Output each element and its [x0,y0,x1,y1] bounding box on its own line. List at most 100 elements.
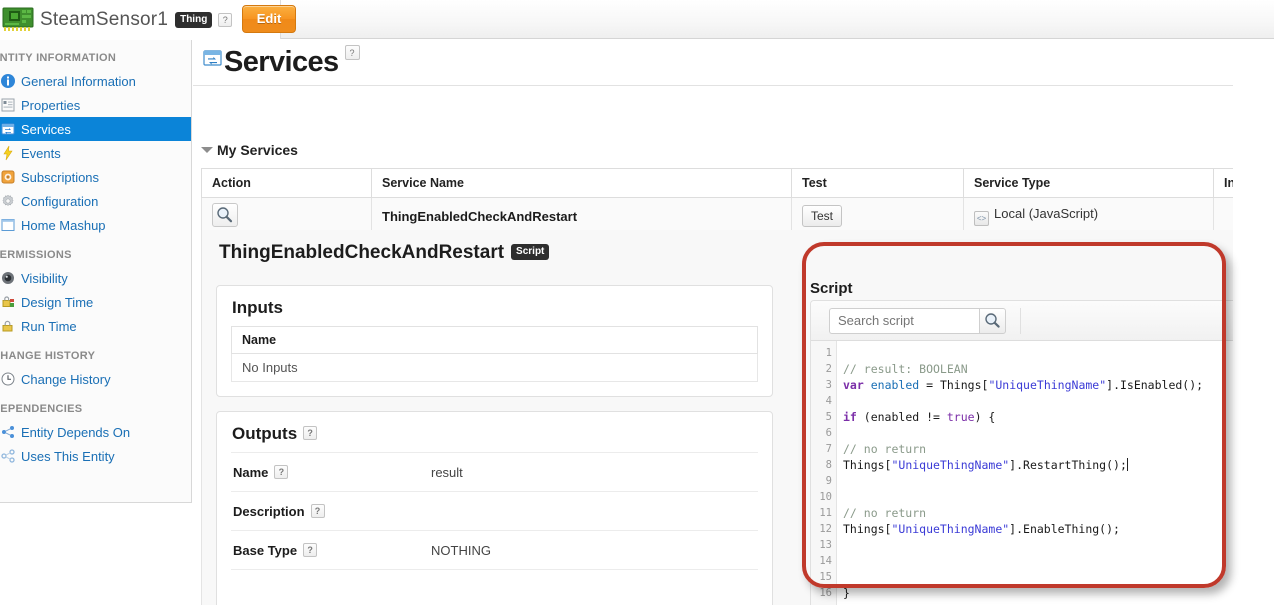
main-content: Services? My Services Action Service Nam… [193,40,1274,605]
design-time-icon [0,294,16,310]
sidebar-item-visibility[interactable]: Visibility [0,266,191,290]
magnifier-icon[interactable] [212,203,238,227]
output-value: result [431,465,463,480]
sidebar-item-home-mashup[interactable]: Home Mashup [0,213,191,237]
sidebar-item-design-time[interactable]: Design Time [0,290,191,314]
page-title: Services [224,46,339,79]
sidebar-item-label: Visibility [21,271,68,286]
page-help-icon[interactable]: ? [345,45,360,60]
line-number: 13 [811,537,836,553]
mashup-icon [0,217,16,233]
script-heading: Script [810,280,853,297]
edit-button[interactable]: Edit [242,5,296,33]
sidebar-item-entity-depends-on[interactable]: Entity Depends On [0,420,191,444]
page-header: Services? [193,45,1274,85]
lightning-icon [0,145,16,161]
sidebar-group-title: DEPENDENCIES [0,391,191,420]
subscriptions-icon [0,169,16,185]
col-service-name: Service Name [372,169,792,198]
inputs-table-header: Name [232,327,758,354]
sidebar-item-label: Services [21,122,71,137]
inputs-card: Inputs Name No Inputs [216,285,773,397]
sidebar-item-change-history[interactable]: Change History [0,367,191,391]
line-number: 9 [811,473,836,489]
code-icon: <> [974,211,989,226]
outputs-card: Outputs? Name? result Description? Base … [216,411,773,605]
sidebar-item-events[interactable]: Events [0,141,191,165]
outputs-help-icon[interactable]: ? [303,426,317,440]
services-page-icon [203,49,223,68]
line-number: 16 [811,585,836,601]
sidebar-item-label: Configuration [21,194,98,209]
sidebar-group-title: ENTITY INFORMATION [0,40,191,69]
output-name-help-icon[interactable]: ? [274,465,288,479]
sidebar-item-subscriptions[interactable]: Subscriptions [0,165,191,189]
services-table: Action Service Name Test Service Type In… [201,168,1274,235]
cell-service-name[interactable]: ThingEnabledCheckAndRestart [372,198,792,235]
sidebar-item-label: Entity Depends On [21,425,130,440]
my-services-label: My Services [217,142,298,158]
sidebar-item-label: Run Time [21,319,77,334]
sidebar-item-configuration[interactable]: Configuration [0,189,191,213]
gear-icon [0,193,16,209]
sidebar-item-label: Subscriptions [21,170,99,185]
code-line-3: var enabled = Things["UniqueThingName"].… [843,378,1203,392]
script-card: 12345678910111213141516 // result: BOOLE… [810,300,1274,605]
run-time-icon [0,318,16,334]
sidebar-item-services[interactable]: Services [0,117,191,141]
entity-help-icon[interactable]: ? [218,13,232,27]
info-icon [0,73,16,89]
table-row[interactable]: ThingEnabledCheckAndRestart Test <> Local… [202,198,1274,235]
inputs-empty-text: No Inputs [232,354,758,382]
sidebar-item-run-time[interactable]: Run Time [0,314,191,338]
line-number: 11 [811,505,836,521]
line-number: 10 [811,489,836,505]
output-row-name: Name? result [231,452,758,491]
output-description-help-icon[interactable]: ? [311,504,325,518]
inputs-table: Name No Inputs [231,326,758,382]
table-header-row: Action Service Name Test Service Type In… [202,169,1274,198]
code-line-7: // no return [843,442,926,456]
line-number: 7 [811,441,836,457]
sidebar-item-properties[interactable]: Properties [0,93,191,117]
clock-icon [0,371,16,387]
line-number-gutter: 12345678910111213141516 [811,341,837,605]
sidebar-item-label: Properties [21,98,80,113]
sidebar-item-label: Design Time [21,295,93,310]
output-basetype-help-icon[interactable]: ? [303,543,317,557]
script-code[interactable]: // result: BOOLEAN var enabled = Things[… [837,341,1274,605]
col-service-type: Service Type [964,169,1214,198]
search-script-input[interactable] [829,308,979,334]
output-row-spacer [231,569,758,605]
output-row-base-type: Base Type? NOTHING [231,530,758,569]
line-number: 2 [811,361,836,377]
sidebar-item-uses-this-entity[interactable]: Uses This Entity [0,444,191,468]
my-services-section-toggle[interactable]: My Services [201,142,298,158]
script-badge: Script [511,244,549,260]
line-number: 6 [811,425,836,441]
line-number: 3 [811,377,836,393]
service-type-label: Local (JavaScript) [994,206,1098,221]
depends-on-icon [0,424,16,440]
chevron-down-icon [201,147,213,153]
line-number: 4 [811,393,836,409]
search-script-button[interactable] [979,308,1006,334]
script-toolbar [811,301,1274,341]
sidebar-item-label: Uses This Entity [21,449,115,464]
output-row-description: Description? [231,491,758,530]
header-divider [193,85,1274,86]
code-line-16: } [843,586,850,600]
line-number: 15 [811,569,836,585]
service-detail-title: ThingEnabledCheckAndRestartScript [219,242,549,264]
output-label: Name? [231,465,431,480]
sidebar-item-label: Events [21,146,61,161]
script-editor[interactable]: 12345678910111213141516 // result: BOOLE… [811,341,1274,605]
sidebar-group-title: CHANGE HISTORY [0,338,191,367]
sidebar-item-general-information[interactable]: General Information [0,69,191,93]
col-action: Action [202,169,372,198]
code-line-2: // result: BOOLEAN [843,362,968,376]
line-number: 1 [811,345,836,361]
toolbar-divider [1020,308,1021,334]
entity-tab[interactable]: SteamSensor1 Thing ? [0,0,281,39]
test-button[interactable]: Test [802,205,842,227]
